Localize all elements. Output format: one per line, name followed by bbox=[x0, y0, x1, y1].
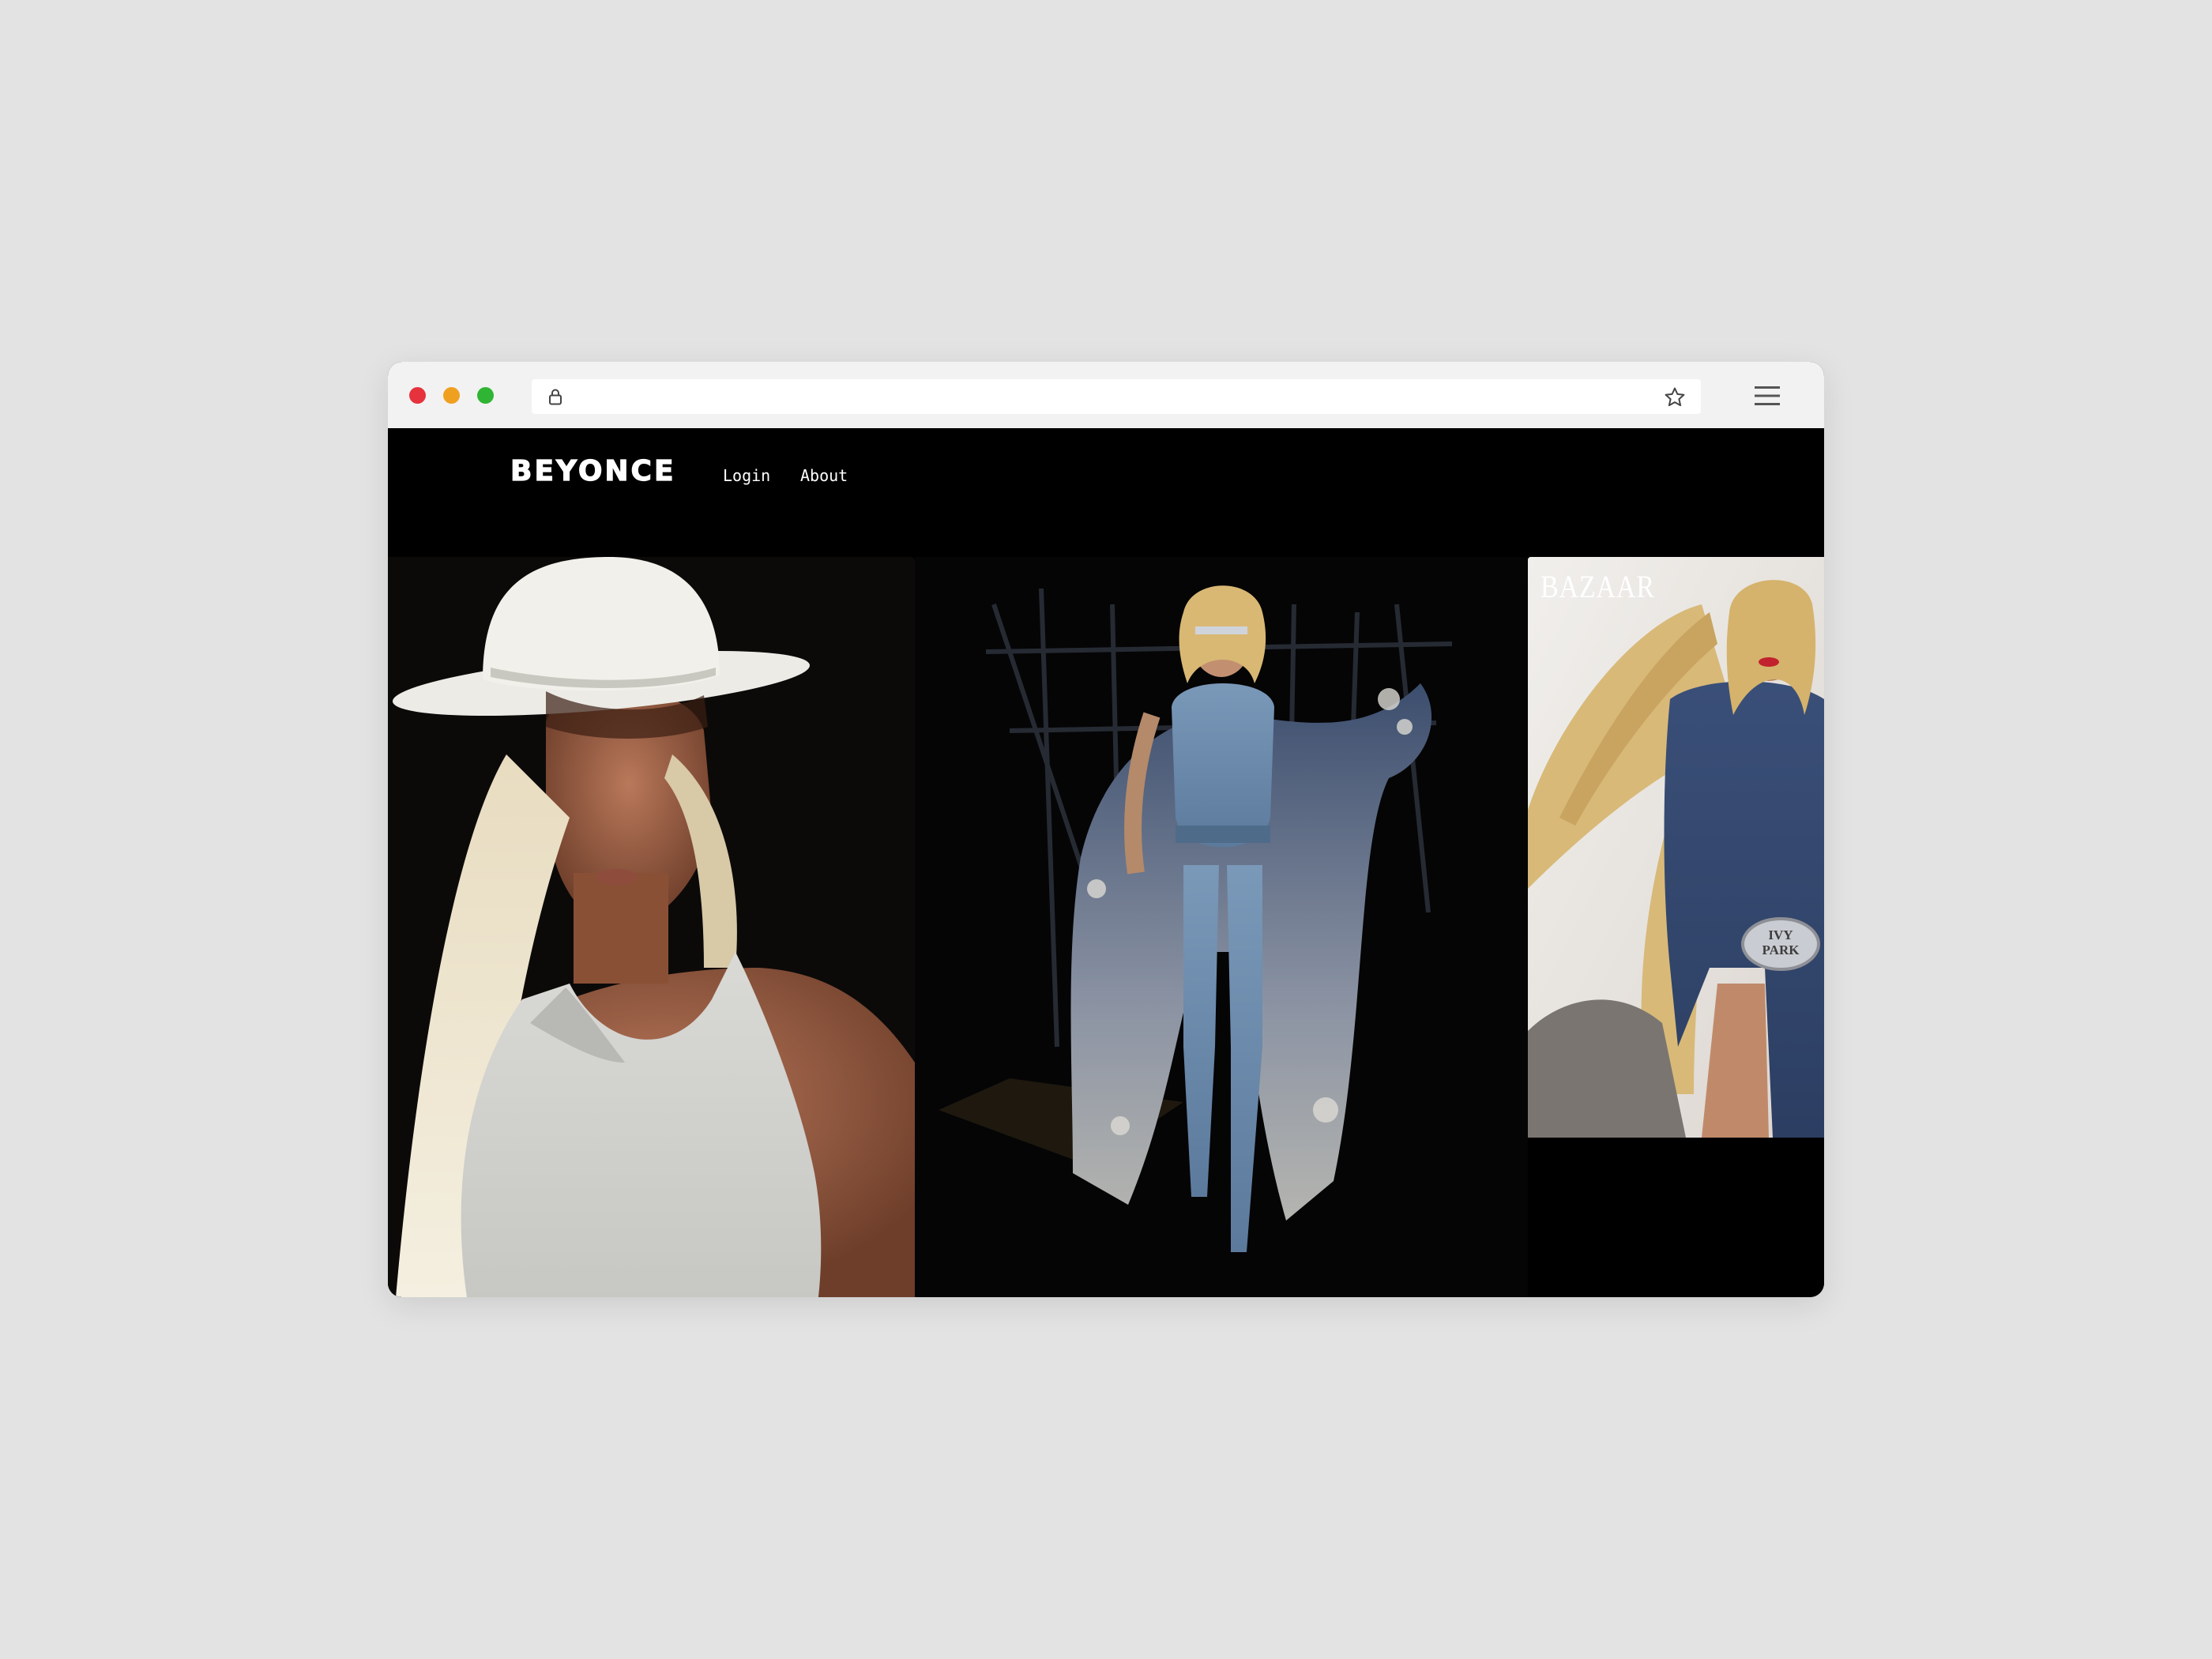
address-bar[interactable] bbox=[532, 379, 1701, 414]
magazine-masthead: BAZAAR bbox=[1540, 569, 1655, 604]
magazine-cover-image: IVY PARK bbox=[1528, 557, 1824, 1138]
close-window-button[interactable] bbox=[409, 387, 426, 404]
gallery-photo-magazine-cover[interactable]: IVY PARK BAZAAR bbox=[1528, 557, 1824, 1138]
gallery-photo-cowboy-hat[interactable] bbox=[388, 557, 915, 1297]
minimize-window-button[interactable] bbox=[443, 387, 460, 404]
site-page: BEYONCE Login About IVY PARK BAZAAR bbox=[388, 428, 1824, 1297]
buckle-text-line-1: IVY bbox=[1768, 927, 1793, 942]
site-logo[interactable]: BEYONCE bbox=[510, 454, 676, 487]
maximize-window-button[interactable] bbox=[477, 387, 494, 404]
denim-stage-image bbox=[915, 557, 1528, 1297]
cowboy-hat-portrait-image bbox=[388, 557, 915, 1297]
buckle-text-line-2: PARK bbox=[1762, 942, 1800, 957]
star-icon[interactable] bbox=[1663, 386, 1687, 409]
hamburger-menu-icon[interactable] bbox=[1753, 382, 1781, 409]
lock-icon bbox=[549, 389, 562, 405]
gallery-photo-denim-stage[interactable] bbox=[915, 557, 1528, 1297]
nav-about-link[interactable]: About bbox=[800, 466, 848, 485]
browser-toolbar bbox=[388, 362, 1824, 428]
browser-window: BEYONCE Login About IVY PARK BAZAAR bbox=[388, 362, 1824, 1297]
nav-login-link[interactable]: Login bbox=[723, 466, 770, 485]
